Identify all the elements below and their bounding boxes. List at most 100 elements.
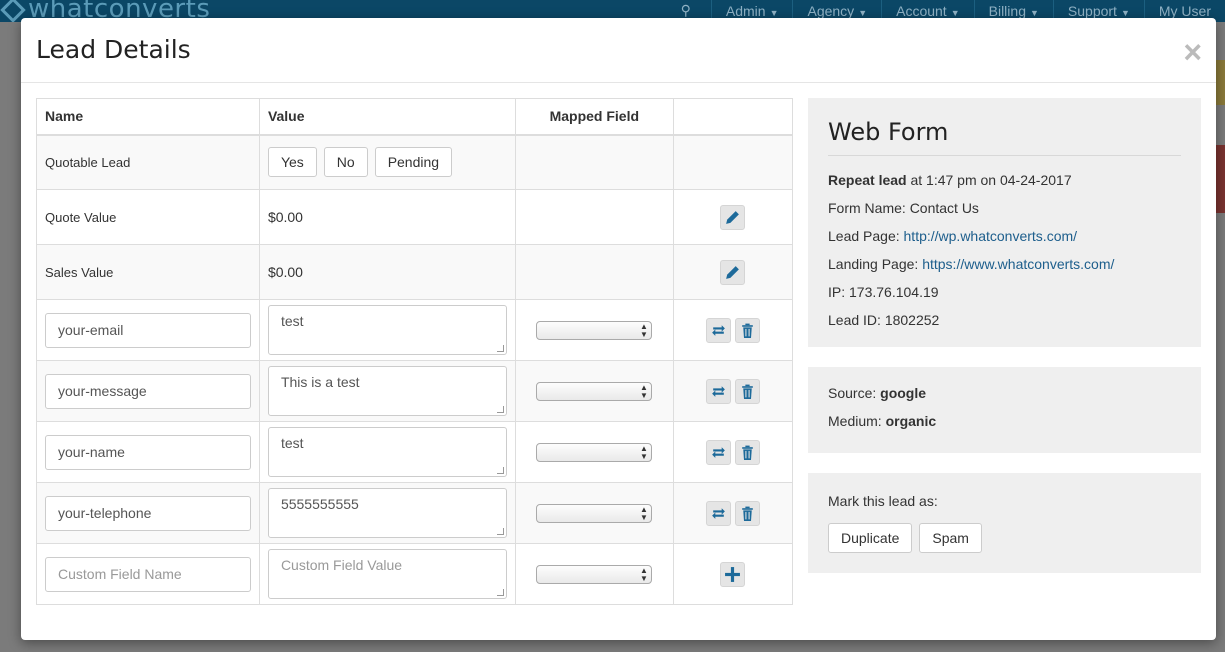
select-arrows-icon: ▲ ▼ bbox=[639, 382, 648, 400]
mapped-field-select[interactable]: ▲ ▼ bbox=[535, 442, 652, 462]
mapped-field-select[interactable]: ▲ ▼ bbox=[535, 320, 652, 340]
landing-page-link[interactable]: https://www.whatconverts.com/ bbox=[922, 256, 1114, 272]
custom-field-value-textarea[interactable]: Custom Field Value bbox=[267, 549, 507, 599]
pencil-icon bbox=[726, 210, 740, 224]
sync-field-button[interactable] bbox=[706, 500, 732, 526]
select-arrows-icon: ▲ ▼ bbox=[639, 321, 648, 339]
col-header-value: Value bbox=[258, 98, 516, 136]
edit-quote-button[interactable] bbox=[720, 204, 746, 230]
sync-field-button[interactable] bbox=[706, 378, 732, 404]
table-row: Quotable Lead Yes No Pending bbox=[36, 134, 794, 190]
quotable-yes-button[interactable]: Yes bbox=[267, 147, 317, 178]
mark-lead-label: Mark this lead as: bbox=[828, 493, 938, 509]
mapped-field-cell: ▲ ▼ bbox=[514, 482, 674, 544]
mapped-field-select[interactable]: ▲ ▼ bbox=[535, 381, 652, 401]
field-actions bbox=[672, 482, 794, 544]
mark-lead-panel: Mark this lead as: Duplicate Spam bbox=[808, 473, 1201, 573]
sync-field-button[interactable] bbox=[706, 317, 732, 343]
lead-page-link[interactable]: http://wp.whatconverts.com/ bbox=[904, 228, 1078, 244]
select-arrows-icon: ▲ ▼ bbox=[639, 443, 648, 461]
resize-grip-icon[interactable] bbox=[496, 589, 504, 596]
mark-lead-buttons: Duplicate Spam bbox=[828, 523, 1181, 553]
web-form-panel: Web Form Repeat lead at 1:47 pm on 04-24… bbox=[808, 98, 1201, 347]
close-icon[interactable]: × bbox=[1183, 36, 1202, 68]
quotable-options: Yes No Pending bbox=[258, 134, 516, 190]
field-name-cell: your-telephone bbox=[36, 482, 260, 544]
quotable-pending-button[interactable]: Pending bbox=[374, 147, 453, 178]
table-header-row: Name Value Mapped Field bbox=[36, 98, 794, 136]
edit-sales-button[interactable] bbox=[720, 259, 746, 285]
modal-title: Lead Details bbox=[36, 35, 191, 64]
field-value-cell: test bbox=[258, 421, 516, 483]
resize-grip-icon[interactable] bbox=[496, 528, 504, 535]
field-value-cell: 5555555555 bbox=[258, 482, 516, 544]
empty-cell bbox=[514, 189, 674, 245]
plus-icon bbox=[725, 566, 741, 582]
field-name-cell: your-name bbox=[36, 421, 260, 483]
refresh-icon bbox=[712, 446, 725, 458]
sales-actions bbox=[672, 244, 794, 300]
field-value-textarea[interactable]: test bbox=[267, 427, 507, 477]
quote-actions bbox=[672, 189, 794, 245]
field-value-textarea[interactable]: 5555555555 bbox=[267, 488, 507, 538]
bg-accent-strip bbox=[1216, 145, 1225, 213]
field-name-input[interactable]: your-name bbox=[45, 434, 251, 470]
form-name-line: Form Name: Contact Us bbox=[828, 200, 979, 216]
trash-icon bbox=[741, 506, 753, 521]
empty-cell bbox=[514, 134, 674, 190]
web-form-title: Web Form bbox=[828, 98, 1181, 156]
trash-icon bbox=[741, 384, 753, 399]
lead-fields-table: Name Value Mapped Field Quotable Lead Ye… bbox=[36, 98, 794, 605]
lead-details-modal: Lead Details × Name Value Mapped Field Q… bbox=[21, 18, 1216, 640]
mapped-field-cell: ▲ ▼ bbox=[514, 360, 674, 422]
field-actions bbox=[672, 421, 794, 483]
col-header-name: Name bbox=[36, 98, 260, 136]
delete-field-button[interactable] bbox=[734, 378, 760, 404]
custom-field-name-input[interactable]: Custom Field Name bbox=[45, 556, 251, 592]
mapped-field-cell: ▲ ▼ bbox=[514, 543, 674, 605]
resize-grip-icon[interactable] bbox=[496, 345, 504, 352]
table-row: your-email test ▲ ▼ bbox=[36, 299, 794, 361]
duplicate-button[interactable]: Duplicate bbox=[828, 523, 913, 553]
field-value-cell: This is a test bbox=[258, 360, 516, 422]
refresh-icon bbox=[712, 507, 725, 519]
sales-value: $0.00 bbox=[258, 244, 516, 300]
field-actions bbox=[672, 299, 794, 361]
refresh-icon bbox=[712, 324, 725, 336]
field-name-cell: Custom Field Name bbox=[36, 543, 260, 605]
table-row: your-message This is a test ▲ ▼ bbox=[36, 360, 794, 422]
field-actions bbox=[672, 360, 794, 422]
spam-button[interactable]: Spam bbox=[919, 523, 982, 553]
col-header-mapped-field: Mapped Field bbox=[514, 98, 674, 136]
resize-grip-icon[interactable] bbox=[496, 406, 504, 413]
sales-value-label: Sales Value bbox=[36, 244, 260, 300]
add-field-button[interactable] bbox=[720, 561, 746, 587]
source-line: Source: google bbox=[828, 385, 927, 401]
medium-line: Medium: organic bbox=[828, 413, 937, 429]
delete-field-button[interactable] bbox=[734, 317, 760, 343]
mapped-field-select[interactable]: ▲ ▼ bbox=[535, 564, 652, 584]
mapped-field-select[interactable]: ▲ ▼ bbox=[535, 503, 652, 523]
new-field-row: Custom Field Name Custom Field Value ▲ ▼ bbox=[36, 543, 794, 605]
empty-cell bbox=[514, 244, 674, 300]
delete-field-button[interactable] bbox=[734, 439, 760, 465]
lead-page-line: Lead Page: http://wp.whatconverts.com/ bbox=[828, 228, 1078, 244]
quote-value-label: Quote Value bbox=[36, 189, 260, 245]
delete-field-button[interactable] bbox=[734, 500, 760, 526]
field-value-textarea[interactable]: This is a test bbox=[267, 366, 507, 416]
quote-value: $0.00 bbox=[258, 189, 516, 245]
resize-grip-icon[interactable] bbox=[496, 467, 504, 474]
modal-header: Lead Details × bbox=[21, 18, 1216, 83]
field-value-textarea[interactable]: test bbox=[267, 305, 507, 355]
field-name-input[interactable]: your-email bbox=[45, 312, 251, 348]
table-row: Quote Value $0.00 bbox=[36, 189, 794, 245]
table-row: your-telephone 5555555555 ▲ ▼ bbox=[36, 482, 794, 544]
mapped-field-cell: ▲ ▼ bbox=[514, 421, 674, 483]
refresh-icon bbox=[712, 385, 725, 397]
field-name-input[interactable]: your-telephone bbox=[45, 495, 251, 531]
field-name-input[interactable]: your-message bbox=[45, 373, 251, 409]
field-name-cell: your-message bbox=[36, 360, 260, 422]
quotable-no-button[interactable]: No bbox=[323, 147, 368, 178]
pencil-icon bbox=[726, 265, 740, 279]
sync-field-button[interactable] bbox=[706, 439, 732, 465]
